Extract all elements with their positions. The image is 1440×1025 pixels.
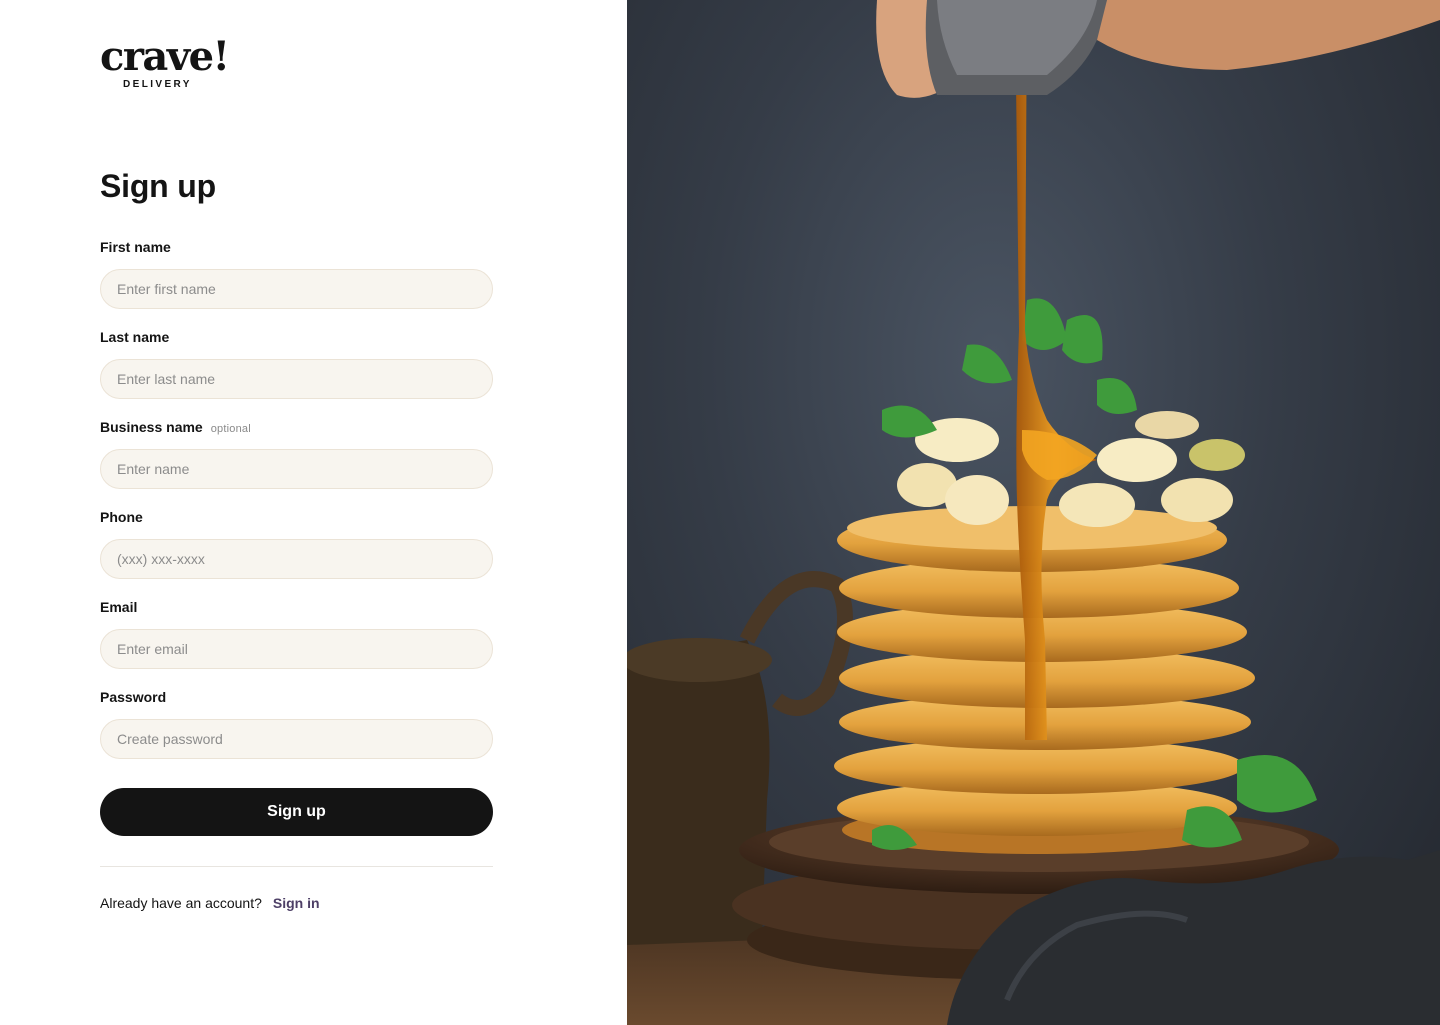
password-input[interactable]: [100, 719, 493, 759]
last-name-field: Last name: [100, 328, 493, 399]
page-title: Sign up: [100, 168, 216, 204]
first-name-input[interactable]: [100, 269, 493, 309]
hand-and-cup: [876, 0, 1440, 98]
first-name-label: First name: [100, 239, 171, 255]
brand-logo: crave! DELIVERY: [100, 33, 230, 91]
email-label: Email: [100, 599, 138, 615]
email-field: Email: [100, 598, 493, 669]
last-name-label: Last name: [100, 329, 170, 345]
password-label: Password: [100, 689, 167, 705]
phone-field: Phone: [100, 508, 493, 579]
password-field: Password: [100, 688, 493, 759]
pancake-stack-illustration: [627, 0, 1440, 1025]
signup-panel: crave! DELIVERY Sign up First name Last …: [0, 0, 627, 1025]
last-name-input[interactable]: [100, 359, 493, 399]
optional-hint: optional: [210, 423, 251, 435]
sign-in-link[interactable]: Sign in: [273, 895, 320, 911]
divider: [100, 866, 493, 867]
business-name-input[interactable]: [100, 449, 493, 489]
first-name-field: First name: [100, 238, 493, 309]
sign-up-button[interactable]: Sign up: [100, 788, 493, 836]
phone-input[interactable]: [100, 539, 493, 579]
business-name-field: Business name optional: [100, 418, 493, 489]
signin-row: Already have an account? Sign in: [100, 894, 320, 912]
logo-tagline: DELIVERY: [123, 79, 192, 90]
phone-label: Phone: [100, 509, 143, 525]
business-name-label: Business name optional: [100, 419, 251, 435]
logo-wordmark: crave!: [100, 33, 230, 80]
signin-prompt: Already have an account?: [100, 895, 262, 911]
hero-image: [627, 0, 1440, 1025]
email-input[interactable]: [100, 629, 493, 669]
